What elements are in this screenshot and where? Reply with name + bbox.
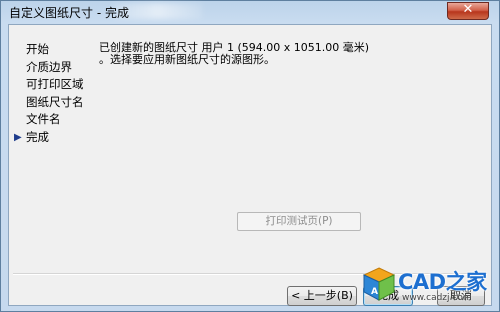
wizard-step-paper-size-name: 图纸尺寸名 bbox=[12, 94, 84, 112]
completion-message: 已创建新的图纸尺寸 用户 1 (594.00 x 1051.00 毫米) 。选择… bbox=[99, 42, 369, 66]
wizard-step-label: 开始 bbox=[26, 42, 49, 56]
title-bar[interactable]: 自定义图纸尺寸 - 完成 ✕ bbox=[1, 1, 499, 23]
wizard-step-file-name: 文件名 bbox=[12, 111, 84, 129]
wizard-step-label: 文件名 bbox=[26, 112, 61, 126]
svg-text:A: A bbox=[371, 287, 378, 297]
wizard-step-label: 可打印区域 bbox=[26, 77, 84, 91]
watermark-url: www.cadzj.com bbox=[402, 293, 472, 303]
completion-message-line-2: 。选择要应用新图纸尺寸的源图形。 bbox=[99, 53, 275, 66]
wizard-step-label: 图纸尺寸名 bbox=[26, 94, 84, 109]
back-button[interactable]: < 上一步(B) bbox=[287, 286, 357, 306]
wizard-step-start: 开始 bbox=[12, 41, 84, 59]
close-button[interactable]: ✕ bbox=[447, 2, 489, 20]
print-test-page-button[interactable]: 打印测试页(P) bbox=[237, 212, 361, 231]
wizard-step-label: 完成 bbox=[26, 129, 49, 144]
cad-home-watermark: A CAD之家 www.cadzj.com bbox=[362, 266, 498, 310]
wizard-step-printable-area: 可打印区域 bbox=[12, 76, 84, 94]
wizard-step-finish: ▶ 完成 bbox=[12, 129, 84, 147]
watermark-brand: CAD之家 bbox=[398, 270, 487, 294]
current-step-arrow-icon: ▶ bbox=[14, 131, 22, 143]
close-icon: ✕ bbox=[462, 2, 474, 17]
wizard-step-media-bounds: 介质边界 bbox=[12, 59, 84, 77]
window-title: 自定义图纸尺寸 - 完成 bbox=[9, 6, 129, 20]
wizard-step-list: 开始 介质边界 可打印区域 图纸尺寸名 文件名 ▶ 完成 bbox=[12, 41, 84, 146]
wizard-step-label: 介质边界 bbox=[26, 59, 72, 74]
cad-cube-logo-icon: A bbox=[362, 267, 396, 301]
dialog-body: 开始 介质边界 可打印区域 图纸尺寸名 文件名 ▶ 完成 已创建新的图纸尺寸 用… bbox=[8, 24, 492, 306]
